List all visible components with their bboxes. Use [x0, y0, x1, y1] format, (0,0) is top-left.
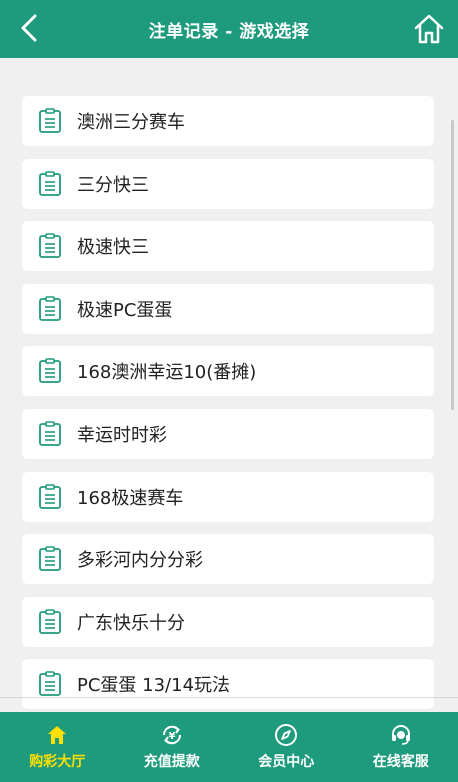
game-list-item[interactable]: 澳洲三分赛车 [22, 96, 434, 146]
tab-online-support[interactable]: 在线客服 [344, 712, 458, 782]
yen-cycle-icon: ¥ [160, 723, 184, 747]
tab-label: 会员中心 [258, 754, 315, 770]
page-title: 注单记录 - 游戏选择 [148, 21, 310, 42]
bottom-tabbar: 购彩大厅 ¥ 充值提款 会员中心 在线客服 [0, 712, 458, 782]
svg-text:¥: ¥ [168, 731, 175, 742]
clipboard-list-icon [37, 232, 63, 260]
clipboard-list-icon [37, 670, 63, 698]
game-label: 澳洲三分赛车 [77, 112, 185, 133]
game-list-item[interactable]: 多彩河内分分彩 [22, 534, 434, 585]
compass-icon [274, 723, 298, 747]
game-label: PC蛋蛋 13/14玩法 [77, 675, 231, 697]
scrollbar[interactable] [451, 120, 454, 410]
headset-icon [389, 723, 413, 747]
game-label: 多彩河内分分彩 [77, 550, 203, 572]
game-list: 澳洲三分赛车 三分快三极速快三极速PC蛋蛋 168澳洲幸运10(番摊) 幸运时时彩 16… [22, 96, 434, 712]
clipboard-list-icon [37, 545, 63, 573]
tab-member-center[interactable]: 会员中心 [229, 712, 344, 782]
clipboard-list-icon [37, 295, 63, 323]
game-label: 168澳洲幸运10(番摊) [77, 362, 257, 384]
game-list-item[interactable]: 三分快三 [22, 158, 434, 209]
tab-label: 购彩大厅 [29, 754, 86, 770]
game-list-item[interactable]: PC蛋蛋 13/14玩法 [22, 659, 434, 710]
home-button[interactable] [412, 12, 446, 46]
game-list-item[interactable]: 极速快三 [22, 221, 434, 272]
tab-label: 充值提款 [143, 754, 200, 770]
tab-label: 在线客服 [372, 754, 429, 770]
game-list-item[interactable]: 极速PC蛋蛋 [22, 283, 434, 334]
tab-lottery-hall[interactable]: 购彩大厅 [0, 712, 115, 782]
game-label: 极速快三 [77, 237, 149, 259]
back-button[interactable] [14, 13, 44, 43]
game-label: 三分快三 [77, 174, 149, 196]
game-list-container[interactable]: 澳洲三分赛车 三分快三极速快三极速PC蛋蛋 168澳洲幸运10(番摊) 幸运时时彩 16… [0, 58, 458, 712]
game-list-item[interactable]: 幸运时时彩 [22, 408, 434, 459]
game-list-item[interactable]: 168澳洲幸运10(番摊) [22, 346, 434, 397]
home-icon [414, 14, 444, 44]
home-icon [45, 723, 69, 747]
game-label: 幸运时时彩 [77, 424, 167, 446]
clipboard-list-icon [37, 420, 63, 448]
game-list-item[interactable]: 168极速赛车 [22, 471, 434, 522]
game-label: 广东快乐十分 [77, 612, 185, 634]
chevron-left-icon [21, 14, 37, 42]
clipboard-list-icon [37, 107, 63, 135]
clipboard-list-icon [37, 608, 63, 636]
tab-deposit-withdraw[interactable]: ¥ 充值提款 [115, 712, 230, 782]
clipboard-list-icon [37, 170, 63, 198]
top-header: 注单记录 - 游戏选择 [0, 0, 458, 58]
game-label: 极速PC蛋蛋 [77, 299, 173, 321]
game-list-item[interactable]: 广东快乐十分 [22, 596, 434, 647]
game-label: 168极速赛车 [77, 487, 184, 509]
clipboard-list-icon [37, 357, 63, 385]
divider [0, 697, 458, 698]
clipboard-list-icon [37, 483, 63, 511]
